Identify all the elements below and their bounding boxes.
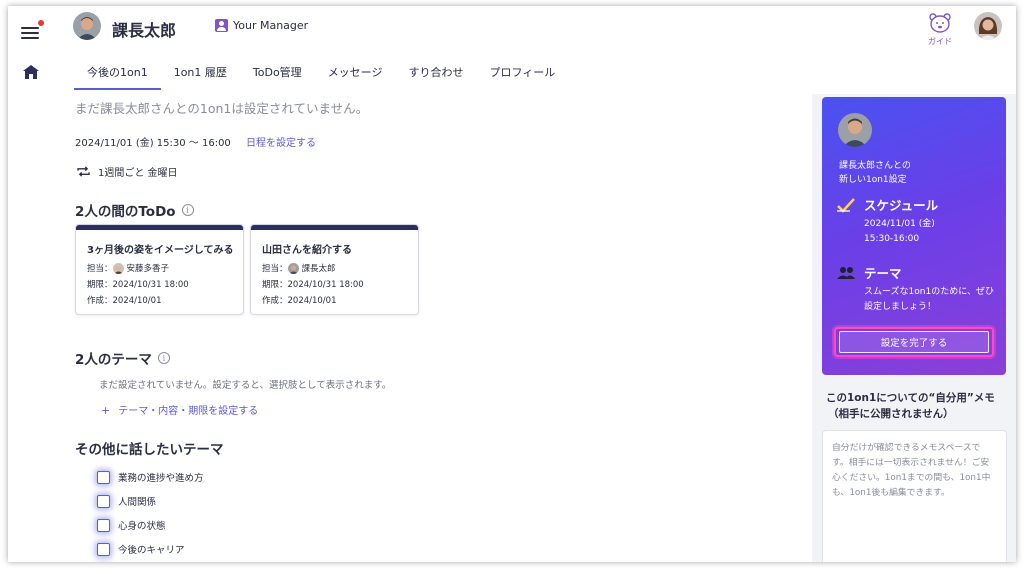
theme-detail: スムーズな1on1のために、ぜひ設定しましょう！	[864, 287, 994, 312]
theme-section-title: 2人のテーマ i	[75, 348, 170, 368]
tab-bar: 今後の1on1 1on1 履歴 ToDo管理 メッセージ すり合わせ プロフィー…	[74, 60, 568, 90]
tab-upcoming-1on1[interactable]: 今後の1on1	[74, 60, 161, 90]
todo-title: 3ヶ月後の姿をイメージしてみる	[87, 245, 234, 256]
plus-icon: +	[101, 404, 111, 417]
assignee-avatar	[112, 262, 124, 274]
checkbox[interactable]	[97, 518, 110, 532]
todo-assignee: 担当： 課長太郎	[262, 262, 336, 274]
topic-checkbox-item[interactable]: 心身の状態	[97, 518, 166, 532]
guide-label: ガイド	[928, 37, 952, 46]
topic-checkbox-item[interactable]: 人間関係	[97, 494, 156, 508]
theme-heading: テーマ	[836, 263, 902, 282]
user-badge-icon	[215, 19, 228, 32]
manager-badge-label: Your Manager	[233, 19, 309, 32]
todo-created: 作成：2024/10/01	[87, 296, 162, 306]
memo-textarea[interactable]: 自分だけが確認できるメモスペースです。相手には一切表示されません！ご安心ください…	[822, 430, 1007, 562]
theme-empty-text: まだ設定されていません。設定すると、選択肢として表示されます。	[99, 380, 392, 391]
account-avatar[interactable]	[974, 12, 1002, 40]
meeting-datetime: 2024/11/01 (金) 15:30 〜 16:00 日程を設定する	[75, 134, 316, 149]
schedule-detail: 2024/11/01 (金) 15:30-16:00	[864, 219, 935, 244]
people-icon	[837, 266, 855, 279]
other-topics-title: その他に話したいテーマ	[75, 442, 224, 458]
checkbox[interactable]	[97, 470, 110, 484]
guide-button[interactable]: ガイド	[922, 12, 958, 47]
setup-intro: 課長太郎さんとの 新しい1on1設定	[839, 161, 911, 185]
hamburger-menu-icon[interactable]	[21, 20, 44, 40]
guide-bear-icon	[928, 12, 952, 34]
recurrence: 1週間ごと 金曜日	[77, 164, 178, 179]
theme-section-heading: 2人のテーマ	[75, 352, 152, 368]
todo-section-title: 2人の間のToDo i	[75, 200, 194, 220]
repeat-icon	[77, 166, 90, 177]
todo-due: 期限：2024/10/31 18:00	[262, 280, 364, 290]
recurrence-text: 1週間ごと 金曜日	[98, 168, 178, 179]
tab-profile[interactable]: プロフィール	[476, 60, 568, 90]
assignee-avatar	[287, 262, 299, 274]
todo-due: 期限：2024/10/31 18:00	[87, 280, 189, 290]
todo-card[interactable]: 3ヶ月後の姿をイメージしてみる 担当： 安藤多香子 期限：2024/10/31 …	[75, 224, 244, 315]
right-panel: 課長太郎さんとの 新しい1on1設定 スケジュール 2024/11/01 (金)…	[812, 94, 1016, 562]
tab-1on1-history[interactable]: 1on1 履歴	[161, 60, 240, 90]
notification-dot-icon	[38, 20, 44, 26]
user-name: 課長太郎	[112, 21, 177, 40]
info-icon[interactable]: i	[157, 352, 170, 364]
checkbox[interactable]	[97, 494, 110, 508]
complete-setup-button[interactable]: 設定を完了する	[834, 327, 994, 357]
todo-title: 山田さんを紹介する	[262, 245, 352, 256]
tab-alignment[interactable]: すり合わせ	[395, 60, 476, 90]
check-icon	[837, 197, 855, 213]
home-icon[interactable]	[23, 64, 39, 79]
app-window: 課長太郎 Your Manager ガイド 今後の1on1 1on1 履歴 To…	[8, 6, 1016, 562]
add-theme-link[interactable]: + テーマ・内容・期限を設定する	[101, 402, 258, 417]
todo-created: 作成：2024/10/01	[262, 296, 337, 306]
tab-messages[interactable]: メッセージ	[315, 60, 396, 90]
memo-title: この1on1についての“自分用”メモ （相手に公開されません）	[826, 392, 995, 420]
checkbox[interactable]	[97, 542, 110, 556]
avatar[interactable]	[73, 12, 101, 40]
manager-badge: Your Manager	[215, 19, 308, 32]
todo-card[interactable]: 山田さんを紹介する 担当： 課長太郎 期限：2024/10/31 18:00 作…	[250, 224, 419, 315]
topic-checkbox-item[interactable]: 今後のキャリア	[97, 542, 185, 556]
not-scheduled-notice: まだ課長太郎さんとの1on1は設定されていません。	[75, 101, 369, 116]
info-icon[interactable]: i	[181, 204, 194, 216]
tab-todo[interactable]: ToDo管理	[240, 60, 315, 90]
setup-card: 課長太郎さんとの 新しい1on1設定 スケジュール 2024/11/01 (金)…	[822, 97, 1006, 375]
avatar	[838, 113, 872, 147]
schedule-heading: スケジュール	[836, 195, 938, 214]
datetime-text: 2024/11/01 (金) 15:30 〜 16:00	[75, 138, 231, 149]
top-bar: 課長太郎 Your Manager ガイド 今後の1on1 1on1 履歴 To…	[8, 6, 1016, 94]
topic-checkbox-item[interactable]: 業務の進捗や進め方	[97, 470, 204, 484]
todo-assignee: 担当： 安藤多香子	[87, 262, 170, 274]
todo-section-heading: 2人の間のToDo	[75, 204, 176, 220]
set-schedule-link[interactable]: 日程を設定する	[246, 138, 316, 149]
